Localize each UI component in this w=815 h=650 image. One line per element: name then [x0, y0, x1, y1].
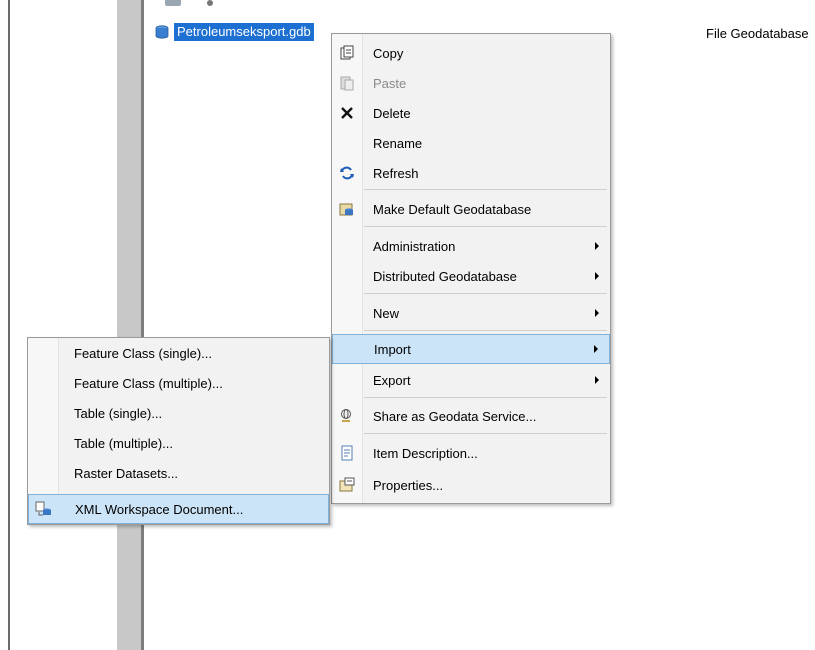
- tree-connector-line: [141, 0, 144, 650]
- properties-icon: [338, 476, 356, 494]
- delete-icon: [338, 104, 356, 122]
- submenu-arrow-icon: [595, 272, 599, 280]
- menu-item-rename[interactable]: Rename: [332, 128, 610, 158]
- xml-workspace-icon: [35, 500, 53, 518]
- menu-item-label: Import: [374, 341, 411, 357]
- submenu-item-feature-class-multiple[interactable]: Feature Class (multiple)...: [28, 368, 329, 398]
- item-description-icon: [338, 444, 356, 462]
- menu-item-label: Properties...: [373, 477, 444, 493]
- folder-icon: [165, 0, 181, 6]
- menu-item-label: Table (single)...: [74, 405, 163, 421]
- menu-separator: [364, 330, 607, 331]
- menu-item-copy[interactable]: Copy: [332, 38, 610, 68]
- tree-node-geodatabase[interactable]: Petroleumseksport.gdb: [155, 22, 314, 42]
- menu-separator: [364, 189, 607, 190]
- submenu-arrow-icon: [594, 345, 598, 353]
- menu-item-label: Paste: [373, 75, 407, 91]
- menu-item-delete[interactable]: Delete: [332, 98, 610, 128]
- menu-item-new[interactable]: New: [332, 298, 610, 328]
- menu-item-refresh[interactable]: Refresh: [332, 158, 610, 188]
- menu-item-label: Make Default Geodatabase: [373, 201, 532, 217]
- menu-item-make-default-geodatabase[interactable]: Make Default Geodatabase: [332, 194, 610, 224]
- menu-item-label: Export: [373, 372, 411, 388]
- menu-item-paste[interactable]: Paste: [332, 68, 610, 98]
- menu-item-label: Table (multiple)...: [74, 435, 173, 451]
- type-column-value: File Geodatabase: [706, 26, 809, 41]
- menu-item-export[interactable]: Export: [332, 365, 610, 395]
- menu-item-label: Distributed Geodatabase: [373, 268, 517, 284]
- menu-item-label: Refresh: [373, 165, 419, 181]
- menu-item-label: Delete: [373, 105, 411, 121]
- copy-icon: [338, 44, 356, 62]
- submenu-item-table-single[interactable]: Table (single)...: [28, 398, 329, 428]
- tree-indent-strip: [117, 0, 141, 650]
- submenu-item-xml-workspace-document[interactable]: XML Workspace Document...: [28, 494, 329, 524]
- menu-item-properties[interactable]: Properties...: [332, 470, 610, 500]
- menu-item-administration[interactable]: Administration: [332, 231, 610, 261]
- menu-item-share-geodata-service[interactable]: Share as Geodata Service...: [332, 401, 610, 431]
- refresh-icon: [338, 164, 356, 182]
- menu-separator: [364, 433, 607, 434]
- submenu-arrow-icon: [595, 309, 599, 317]
- menu-item-label: XML Workspace Document...: [75, 501, 244, 517]
- share-service-icon: [338, 407, 356, 425]
- menu-item-item-description[interactable]: Item Description...: [332, 438, 610, 468]
- menu-item-distributed-geodatabase[interactable]: Distributed Geodatabase: [332, 261, 610, 291]
- menu-item-import[interactable]: Import: [332, 334, 610, 364]
- context-menu: Copy Paste Delete Rename Refresh Make De…: [331, 33, 611, 504]
- make-default-icon: [338, 200, 356, 218]
- paste-icon: [338, 74, 356, 92]
- menu-item-label: Rename: [373, 135, 423, 151]
- menu-item-label: Item Description...: [373, 445, 478, 461]
- submenu-item-raster-datasets[interactable]: Raster Datasets...: [28, 458, 329, 488]
- geodatabase-icon: [155, 25, 169, 39]
- menu-item-label: Administration: [373, 238, 456, 254]
- menu-item-label: Copy: [373, 45, 404, 61]
- menu-item-label: Feature Class (single)...: [74, 345, 212, 361]
- menu-item-label: Feature Class (multiple)...: [74, 375, 223, 391]
- menu-item-label: Share as Geodata Service...: [373, 408, 537, 424]
- submenu-item-feature-class-single[interactable]: Feature Class (single)...: [28, 338, 329, 368]
- selected-node-label[interactable]: Petroleumseksport.gdb: [174, 23, 314, 41]
- submenu-arrow-icon: [595, 376, 599, 384]
- window-border: [8, 0, 10, 650]
- menu-item-label: Raster Datasets...: [74, 465, 179, 481]
- menu-item-label: New: [373, 305, 400, 321]
- submenu-item-table-multiple[interactable]: Table (multiple)...: [28, 428, 329, 458]
- menu-separator: [364, 293, 607, 294]
- submenu-arrow-icon: [595, 242, 599, 250]
- import-submenu: Feature Class (single)... Feature Class …: [27, 337, 330, 525]
- menu-separator: [364, 397, 607, 398]
- menu-separator: [364, 226, 607, 227]
- tree-node-partial: [207, 0, 213, 6]
